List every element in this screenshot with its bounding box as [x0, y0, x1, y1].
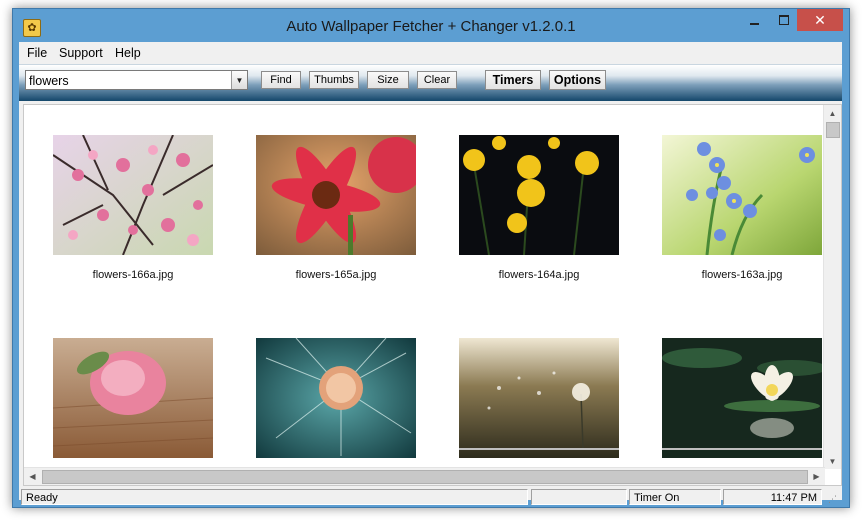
- vertical-scroll-thumb[interactable]: [826, 122, 840, 138]
- timer-status: Timer On: [629, 489, 721, 505]
- menu-bar: File Support Help: [19, 42, 842, 64]
- water-lily-image: [662, 338, 822, 458]
- client-area: File Support Help flowers ▼ Find Thumbs …: [19, 42, 842, 505]
- thumbnail-image[interactable]: [662, 135, 822, 255]
- thumbnail-image[interactable]: [459, 135, 619, 255]
- thumbnail-image[interactable]: [53, 338, 213, 458]
- search-combo[interactable]: flowers ▼: [25, 70, 248, 90]
- status-empty-panel: [531, 489, 627, 505]
- status-text: Ready: [21, 489, 528, 505]
- scroll-down-icon[interactable]: ▼: [824, 453, 841, 469]
- window-title: Auto Wallpaper Fetcher + Changer v1.2.0.…: [286, 18, 576, 35]
- thumbnail-caption: flowers-164a.jpg: [498, 269, 580, 281]
- pink-rose-image: [53, 338, 213, 458]
- thumbnail-panel[interactable]: flowers-166a.jpg flowers-165a.jpg flower…: [23, 104, 842, 486]
- thumbnail-image[interactable]: [459, 338, 619, 458]
- menu-support[interactable]: Support: [59, 46, 103, 60]
- thumbnail-caption: flowers-163a.jpg: [701, 269, 783, 281]
- yellow-roses-image: [459, 135, 619, 255]
- size-button[interactable]: Size: [367, 71, 409, 89]
- options-button[interactable]: Options: [549, 70, 606, 90]
- minimize-button[interactable]: [739, 9, 769, 31]
- horizontal-scrollbar[interactable]: ◀ ▶: [24, 467, 825, 485]
- close-icon: ✕: [814, 11, 826, 28]
- thumbnail-caption: flowers-165a.jpg: [295, 269, 377, 281]
- thumbnail-image[interactable]: [256, 135, 416, 255]
- toolbar: flowers ▼ Find Thumbs Size Clear Timers …: [19, 64, 842, 101]
- menu-help[interactable]: Help: [115, 46, 141, 60]
- dandelion-teal-image: [256, 338, 416, 458]
- scroll-left-icon[interactable]: ◀: [24, 468, 41, 485]
- resize-grip-icon[interactable]: ⋰: [828, 494, 838, 504]
- timers-button[interactable]: Timers: [485, 70, 541, 90]
- close-button[interactable]: ✕: [797, 9, 843, 31]
- title-bar[interactable]: ✿ Auto Wallpaper Fetcher + Changer v1.2.…: [13, 9, 849, 43]
- minimize-icon: [749, 23, 759, 25]
- thumbnail-image[interactable]: [662, 338, 822, 458]
- find-button[interactable]: Find: [261, 71, 301, 89]
- dropdown-arrow-icon[interactable]: ▼: [231, 71, 247, 89]
- thumbnail-caption: flowers-166a.jpg: [92, 269, 174, 281]
- scroll-right-icon[interactable]: ▶: [808, 468, 825, 485]
- app-window: ✿ Auto Wallpaper Fetcher + Changer v1.2.…: [12, 8, 850, 508]
- vertical-scrollbar[interactable]: ▲ ▼: [823, 105, 841, 469]
- dandelion-sunset-image: [459, 338, 619, 458]
- thumbs-button[interactable]: Thumbs: [309, 71, 359, 89]
- horizontal-scroll-thumb[interactable]: [42, 470, 808, 484]
- status-bar: Ready Timer On 11:47 PM ⋰: [19, 489, 842, 506]
- clock: 11:47 PM: [723, 489, 822, 505]
- thumbnail-image[interactable]: [53, 135, 213, 255]
- menu-file[interactable]: File: [27, 46, 47, 60]
- blue-forget-me-not-image: [662, 135, 822, 255]
- thumbnail-image[interactable]: [256, 338, 416, 458]
- maximize-button[interactable]: [769, 9, 799, 31]
- clear-button[interactable]: Clear: [417, 71, 457, 89]
- red-gerbera-image: [256, 135, 416, 255]
- pink-blossom-image: [53, 135, 213, 255]
- search-input[interactable]: flowers: [29, 74, 69, 88]
- scroll-up-icon[interactable]: ▲: [824, 105, 841, 121]
- maximize-icon: [779, 15, 789, 25]
